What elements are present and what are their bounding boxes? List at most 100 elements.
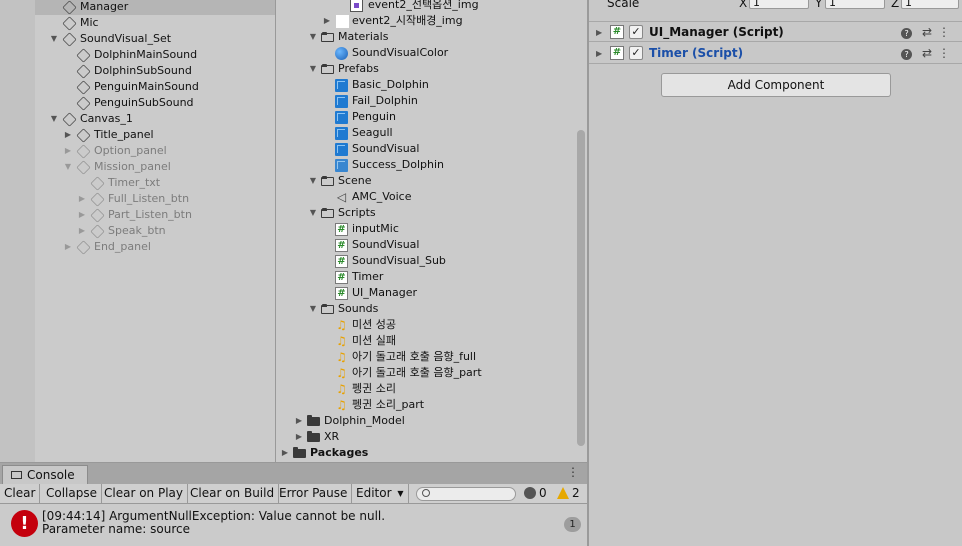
project-folder-dolphin-model[interactable]: ▶ Dolphin_Model <box>276 413 576 429</box>
kebab-menu-icon[interactable]: ⋮ <box>938 25 956 39</box>
hierarchy-item-mission-panel[interactable]: ▼ Mission_panel <box>35 159 275 175</box>
collapse-arrow-icon[interactable]: ▶ <box>76 223 88 239</box>
project-item[interactable]: Basic_Dolphin <box>276 77 576 93</box>
project-item[interactable]: ♫ 미션 실패 <box>276 333 576 349</box>
component-ui-manager[interactable]: ▶ # ✓ UI_Manager (Script) ? ⇄⋮ <box>589 21 962 42</box>
hierarchy-item-part-listen-btn[interactable]: ▶ Part_Listen_btn <box>35 207 275 223</box>
scale-x-field[interactable]: 1 <box>749 0 809 9</box>
project-folder-scene[interactable]: ▼ Scene <box>276 173 576 189</box>
project-item[interactable]: # inputMic <box>276 221 576 237</box>
console-log-entry[interactable]: ! [09:44:14] ArgumentNullException: Valu… <box>0 504 587 546</box>
clear-on-build-button[interactable]: Clear on Build <box>186 484 280 504</box>
add-component-button[interactable]: Add Component <box>661 73 891 97</box>
help-icon[interactable]: ? <box>901 49 913 60</box>
scale-z-field[interactable]: 1 <box>901 0 959 9</box>
hierarchy-item-label: Speak_btn <box>108 224 166 237</box>
project-folder-sounds[interactable]: ▼ Sounds <box>276 301 576 317</box>
console-search-input[interactable] <box>416 487 516 501</box>
project-folder-materials[interactable]: ▼ Materials <box>276 29 576 45</box>
project-folder-scripts[interactable]: ▼ Scripts <box>276 205 576 221</box>
hierarchy-item-end-panel[interactable]: ▶ End_panel <box>35 239 275 255</box>
component-enabled-checkbox[interactable]: ✓ <box>629 25 643 39</box>
log-detail: Parameter name: source <box>42 522 190 536</box>
collapse-button[interactable]: Collapse <box>42 484 102 504</box>
project-item[interactable]: Success_Dolphin <box>276 157 576 173</box>
preset-icon[interactable]: ⇄ <box>922 46 938 60</box>
project-item[interactable]: ♫ 아기 돌고래 호출 음향_full <box>276 349 576 365</box>
hierarchy-item-dolphinsubsound[interactable]: DolphinSubSound <box>35 63 275 79</box>
project-item[interactable]: SoundVisualColor <box>276 45 576 61</box>
expand-arrow-icon[interactable]: ▼ <box>307 301 319 317</box>
help-icon[interactable]: ? <box>901 28 913 39</box>
hierarchy-item-penguinsubsound[interactable]: PenguinSubSound <box>35 95 275 111</box>
project-item[interactable]: event2_선택옵션_img <box>276 0 576 13</box>
project-item[interactable]: Penguin <box>276 109 576 125</box>
project-item[interactable]: ▶ event2_시작배경_img <box>276 13 576 29</box>
expand-arrow-icon[interactable]: ▼ <box>62 159 74 175</box>
hierarchy-item-timer-txt[interactable]: Timer_txt <box>35 175 275 191</box>
warning-count-toggle[interactable]: 2 <box>557 484 580 504</box>
kebab-menu-icon[interactable]: ⋮ <box>567 465 579 479</box>
collapse-arrow-icon[interactable]: ▶ <box>62 127 74 143</box>
hierarchy-item-label: Title_panel <box>94 128 154 141</box>
collapse-arrow-icon[interactable]: ▶ <box>62 239 74 255</box>
project-item[interactable]: SoundVisual <box>276 141 576 157</box>
hierarchy-item-title-panel[interactable]: ▶ Title_panel <box>35 127 275 143</box>
expand-arrow-icon[interactable]: ▼ <box>307 173 319 189</box>
gameobject-icon <box>90 224 105 239</box>
expand-arrow-icon[interactable]: ▼ <box>307 29 319 45</box>
expand-arrow-icon[interactable]: ▼ <box>307 205 319 221</box>
expand-arrow-icon[interactable]: ▼ <box>307 61 319 77</box>
project-item-label: Scene <box>338 174 372 187</box>
clear-button[interactable]: Clear <box>0 484 41 504</box>
hierarchy-item-mic[interactable]: Mic <box>35 15 275 31</box>
project-item[interactable]: # Timer <box>276 269 576 285</box>
project-folder-packages[interactable]: ▶ Packages <box>276 445 576 461</box>
collapse-arrow-icon[interactable]: ▶ <box>76 207 88 223</box>
component-enabled-checkbox[interactable]: ✓ <box>629 46 643 60</box>
hierarchy-item-manager[interactable]: Manager <box>35 0 275 15</box>
project-scrollbar[interactable] <box>577 130 585 446</box>
collapse-arrow-icon[interactable]: ▶ <box>321 13 333 29</box>
collapse-arrow-icon[interactable]: ▶ <box>293 429 305 445</box>
collapse-arrow-icon[interactable]: ▶ <box>76 191 88 207</box>
hierarchy-item-canvas-1[interactable]: ▼ Canvas_1 <box>35 111 275 127</box>
project-item[interactable]: ♫ 펭귄 소리 <box>276 381 576 397</box>
hierarchy-item-option-panel[interactable]: ▶ Option_panel <box>35 143 275 159</box>
editor-dropdown[interactable]: Editor ▼ <box>352 484 409 504</box>
project-item[interactable]: Fail_Dolphin <box>276 93 576 109</box>
collapse-arrow-icon[interactable]: ▶ <box>596 22 602 43</box>
collapse-arrow-icon[interactable]: ▶ <box>293 413 305 429</box>
project-item[interactable]: Seagull <box>276 125 576 141</box>
project-item[interactable]: # SoundVisual <box>276 237 576 253</box>
scale-y-field[interactable]: 1 <box>825 0 885 9</box>
project-item[interactable]: # SoundVisual_Sub <box>276 253 576 269</box>
log-message: [09:44:14] ArgumentNullException: Value … <box>42 509 386 523</box>
project-item[interactable]: ♫ 미션 성공 <box>276 317 576 333</box>
project-item-label: XR <box>324 430 340 443</box>
expand-arrow-icon[interactable]: ▼ <box>48 111 60 127</box>
error-count-toggle[interactable]: 0 <box>524 484 547 504</box>
collapse-arrow-icon[interactable]: ▶ <box>62 143 74 159</box>
collapse-arrow-icon[interactable]: ▶ <box>596 43 602 64</box>
hierarchy-item-label: PenguinMainSound <box>94 80 199 93</box>
tab-console[interactable]: Console <box>2 465 88 484</box>
hierarchy-item-penguinmainsound[interactable]: PenguinMainSound <box>35 79 275 95</box>
error-pause-button[interactable]: Error Pause <box>275 484 353 504</box>
hierarchy-item-speak-btn[interactable]: ▶ Speak_btn <box>35 223 275 239</box>
collapse-arrow-icon[interactable]: ▶ <box>279 445 291 461</box>
project-item[interactable]: ◁ AMC_Voice <box>276 189 576 205</box>
hierarchy-item-full-listen-btn[interactable]: ▶ Full_Listen_btn <box>35 191 275 207</box>
project-folder-prefabs[interactable]: ▼ Prefabs <box>276 61 576 77</box>
hierarchy-item-dolphinmainsound[interactable]: DolphinMainSound <box>35 47 275 63</box>
project-item[interactable]: # UI_Manager <box>276 285 576 301</box>
project-folder-xr[interactable]: ▶ XR <box>276 429 576 445</box>
hierarchy-item-soundvisual-set[interactable]: ▼ SoundVisual_Set <box>35 31 275 47</box>
project-item[interactable]: ♫ 아기 돌고래 호출 음향_part <box>276 365 576 381</box>
clear-on-play-button[interactable]: Clear on Play <box>100 484 188 504</box>
component-timer[interactable]: ▶ # ✓ Timer (Script) ? ⇄⋮ <box>589 43 962 64</box>
preset-icon[interactable]: ⇄ <box>922 25 938 39</box>
expand-arrow-icon[interactable]: ▼ <box>48 31 60 47</box>
project-item[interactable]: ♫ 펭귄 소리_part <box>276 397 576 413</box>
kebab-menu-icon[interactable]: ⋮ <box>938 46 956 60</box>
